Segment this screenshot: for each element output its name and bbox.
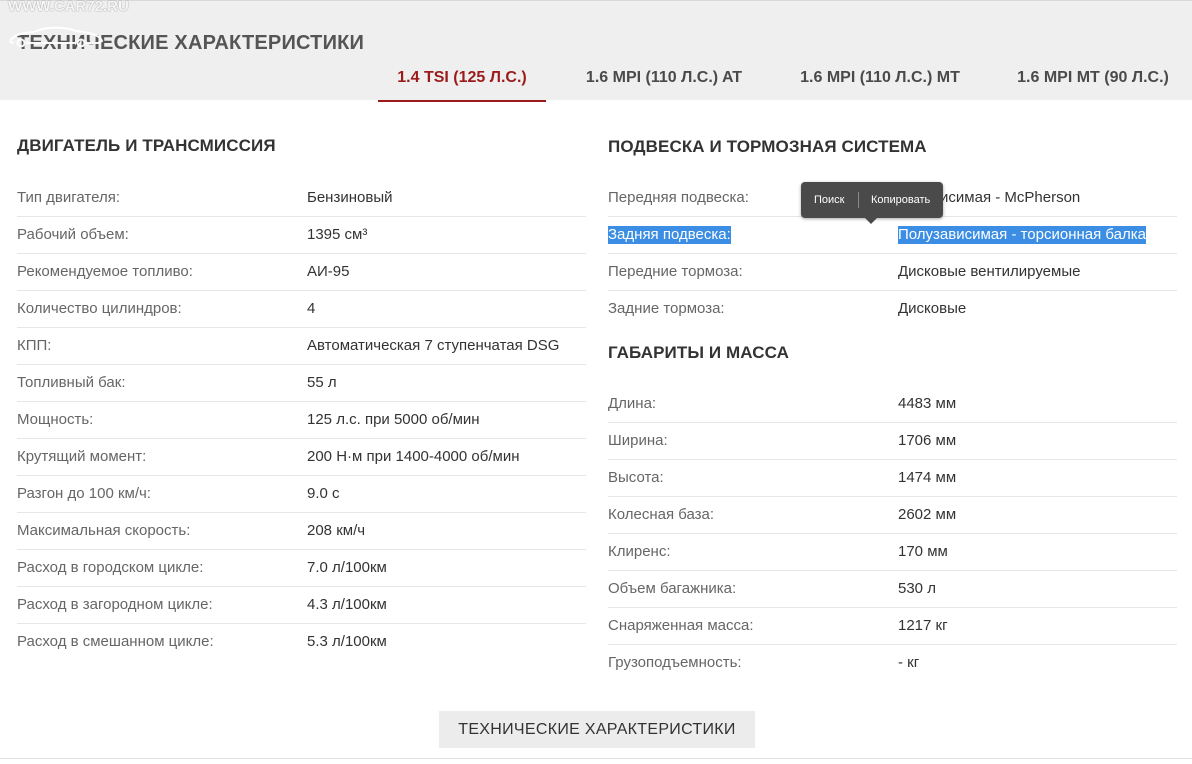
table-row: Максимальная скорость: 208 км/ч — [17, 513, 586, 550]
header-bar: ТЕХНИЧЕСКИЕ ХАРАКТЕРИСТИКИ WWW.CAR72.RU … — [0, 0, 1192, 102]
spec-label: Клиренс: — [608, 543, 671, 560]
menu-divider — [858, 192, 859, 208]
table-row: Снаряженная масса: 1217 кг — [608, 608, 1177, 645]
table-row: Рабочий объем: 1395 см³ — [17, 217, 586, 254]
spec-label: Передние тормоза: — [608, 263, 743, 280]
car-watermark-icon — [9, 26, 104, 47]
table-row: КПП: Автоматическая 7 ступенчатая DSG — [17, 328, 586, 365]
footer-divider — [0, 758, 1192, 759]
spec-value: 1395 см³ — [307, 226, 368, 243]
spec-value: 200 Н·м при 1400-4000 об/мин — [307, 448, 520, 465]
spec-label: КПП: — [17, 337, 52, 354]
spec-value: 1706 мм — [898, 432, 957, 449]
table-row: Расход в городском цикле: 7.0 л/100км — [17, 550, 586, 587]
spec-label: Рабочий объем: — [17, 226, 129, 243]
engine-spec-table: Тип двигателя: Бензиновый Рабочий объем:… — [17, 180, 586, 661]
dimensions-section-title: ГАБАРИТЫ И МАССА — [608, 343, 789, 362]
spec-value: Бензиновый — [307, 189, 393, 206]
spec-value: 5.3 л/100км — [307, 633, 387, 650]
spec-label: Крутящий момент: — [17, 448, 147, 465]
search-button[interactable]: Поиск — [814, 182, 844, 218]
spec-label: Ширина: — [608, 432, 668, 449]
spec-value: 530 л — [898, 580, 936, 597]
spec-label: Разгон до 100 км/ч: — [17, 485, 151, 502]
table-row: Рекомендуемое топливо: АИ-95 — [17, 254, 586, 291]
spec-value: Дисковые — [898, 300, 967, 317]
spec-label: Высота: — [608, 469, 664, 486]
table-row: Передние тормоза: Дисковые вентилируемые — [608, 254, 1177, 291]
spec-value: АИ-95 — [307, 263, 350, 280]
tech-specs-button[interactable]: ТЕХНИЧЕСКИЕ ХАРАКТЕРИСТИКИ — [439, 711, 755, 748]
spec-label: Рекомендуемое топливо: — [17, 263, 193, 280]
suspension-section-title: ПОДВЕСКА И ТОРМОЗНАЯ СИСТЕМА — [608, 137, 927, 156]
spec-label: Снаряженная масса: — [608, 617, 754, 634]
table-row: Объем багажника: 530 л — [608, 571, 1177, 608]
tab-1-6-mpi-mt[interactable]: 1.6 MPI (110 Л.С.) MT — [792, 56, 968, 102]
table-row: Грузоподъемность: - кг — [608, 645, 1177, 682]
spec-value: 170 мм — [898, 543, 948, 560]
spec-label: Грузоподъемность: — [608, 654, 742, 671]
spec-label: Топливный бак: — [17, 374, 126, 391]
table-row: Расход в смешанном цикле: 5.3 л/100км — [17, 624, 586, 661]
spec-value: - кг — [898, 654, 920, 671]
tab-1-4-tsi[interactable]: 1.4 TSI (125 Л.С.) — [378, 56, 546, 102]
spec-label: Передняя подвеска: — [608, 189, 749, 206]
spec-value: 4.3 л/100км — [307, 596, 387, 613]
spec-value: Автоматическая 7 ступенчатая DSG — [307, 337, 560, 354]
spec-label: Объем багажника: — [608, 580, 737, 597]
spec-value: 208 км/ч — [307, 522, 366, 539]
table-row-selected: Задняя подвеска: Полузависимая - торсион… — [608, 217, 1177, 254]
table-row: Крутящий момент: 200 Н·м при 1400-4000 о… — [17, 439, 586, 476]
table-row: Разгон до 100 км/ч: 9.0 с — [17, 476, 586, 513]
engine-section-title: ДВИГАТЕЛЬ И ТРАНСМИССИЯ — [17, 136, 276, 155]
spec-value: 125 л.с. при 5000 об/мин — [307, 411, 480, 428]
spec-label: Задние тормоза: — [608, 300, 725, 317]
table-row: Высота: 1474 мм — [608, 460, 1177, 497]
site-watermark: WWW.CAR72.RU — [8, 0, 129, 15]
table-row: Колесная база: 2602 мм — [608, 497, 1177, 534]
spec-label: Задняя подвеска: — [608, 226, 731, 244]
table-row: Топливный бак: 55 л — [17, 365, 586, 402]
table-row: Длина: 4483 мм — [608, 386, 1177, 423]
spec-label: Колесная база: — [608, 506, 715, 523]
spec-label: Мощность: — [17, 411, 94, 428]
copy-button[interactable]: Копировать — [871, 182, 930, 218]
spec-value: 9.0 с — [307, 485, 340, 502]
spec-value: 2602 мм — [898, 506, 957, 523]
spec-label: Расход в городском цикле: — [17, 559, 204, 576]
spec-label: Максимальная скорость: — [17, 522, 191, 539]
table-row: Мощность: 125 л.с. при 5000 об/мин — [17, 402, 586, 439]
table-row: Ширина: 1706 мм — [608, 423, 1177, 460]
spec-value: 4483 мм — [898, 395, 957, 412]
table-row: Тип двигателя: Бензиновый — [17, 180, 586, 217]
spec-value: 1217 кг — [898, 617, 948, 634]
spec-label: Длина: — [608, 395, 657, 412]
spec-value: 55 л — [307, 374, 337, 391]
tab-1-6-mpi-at[interactable]: 1.6 MPI (110 Л.С.) AT — [578, 56, 750, 102]
spec-label: Тип двигателя: — [17, 189, 121, 206]
selection-context-menu: Поиск Копировать — [801, 182, 943, 224]
table-row: Клиренс: 170 мм — [608, 534, 1177, 571]
spec-value: Полузависимая - торсионная балка — [898, 226, 1146, 244]
table-row: Расход в загородном цикле: 4.3 л/100км — [17, 587, 586, 624]
spec-value-wrap: Полузависимая - торсионная балка — [898, 217, 1146, 253]
tab-1-6-mpi-mt-90[interactable]: 1.6 MPI MT (90 Л.С.) — [1010, 56, 1176, 102]
spec-label: Количество цилиндров: — [17, 300, 182, 317]
spec-value: 4 — [307, 300, 316, 317]
spec-value: Дисковые вентилируемые — [898, 263, 1081, 280]
table-row: Задние тормоза: Дисковые — [608, 291, 1177, 328]
table-row: Количество цилиндров: 4 — [17, 291, 586, 328]
spec-value: 7.0 л/100км — [307, 559, 387, 576]
spec-label: Расход в смешанном цикле: — [17, 633, 214, 650]
dimensions-spec-table: Длина: 4483 мм Ширина: 1706 мм Высота: 1… — [608, 386, 1177, 682]
spec-label-wrap: Задняя подвеска: — [608, 217, 731, 253]
spec-value: 1474 мм — [898, 469, 957, 486]
spec-label: Расход в загородном цикле: — [17, 596, 213, 613]
